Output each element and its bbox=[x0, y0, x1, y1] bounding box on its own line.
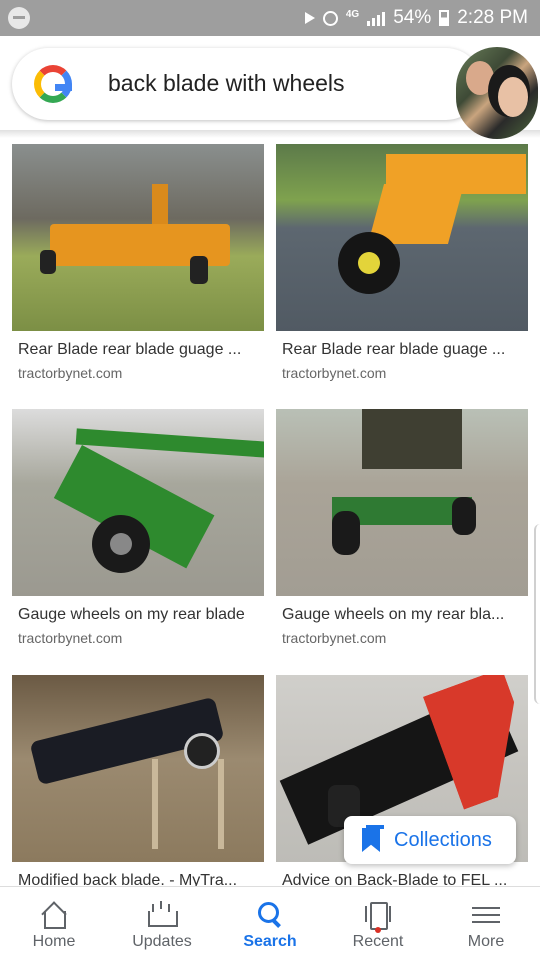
nav-home-label: Home bbox=[32, 933, 76, 950]
nav-home[interactable]: Home bbox=[0, 887, 108, 961]
result-thumbnail[interactable] bbox=[276, 409, 528, 596]
nav-more-label: More bbox=[467, 933, 505, 950]
collections-label: Collections bbox=[394, 828, 492, 851]
nav-more[interactable]: More bbox=[432, 887, 540, 961]
signal-icon bbox=[367, 10, 386, 26]
search-bar[interactable]: back blade with wheels bbox=[12, 48, 482, 120]
collections-button[interactable]: Collections bbox=[344, 816, 516, 864]
clock: 2:28 PM bbox=[457, 7, 528, 28]
result-thumbnail[interactable] bbox=[12, 144, 264, 331]
result-thumbnail[interactable] bbox=[12, 409, 264, 596]
edge-panel-handle[interactable] bbox=[534, 524, 540, 704]
nav-search-label: Search bbox=[243, 933, 297, 950]
result-title[interactable]: Rear Blade rear blade guage ... bbox=[276, 341, 528, 359]
bottom-navigation: Home Updates Search Recent More bbox=[0, 886, 540, 961]
result-title[interactable]: Rear Blade rear blade guage ... bbox=[12, 341, 264, 359]
recent-notification-dot bbox=[375, 927, 381, 933]
google-logo-icon bbox=[34, 65, 72, 103]
avatar-photo-person bbox=[466, 61, 494, 95]
recent-icon bbox=[364, 901, 392, 933]
avatar-photo-person bbox=[498, 77, 528, 117]
result-title[interactable]: Advice on Back-Blade to FEL ... bbox=[276, 872, 528, 886]
image-result[interactable]: Gauge wheels on my rear blade tractorbyn… bbox=[12, 409, 264, 646]
search-query[interactable]: back blade with wheels bbox=[108, 70, 345, 97]
battery-percent: 54% bbox=[393, 7, 432, 28]
result-source: tractorbynet.com bbox=[18, 630, 123, 646]
status-icons: 4G 54% 2:28 PM bbox=[304, 6, 528, 30]
result-title[interactable]: Gauge wheels on my rear blade bbox=[12, 606, 264, 624]
nav-recent[interactable]: Recent bbox=[324, 887, 432, 961]
messenger-notification-icon bbox=[8, 7, 30, 29]
image-result[interactable]: Rear Blade rear blade guage ... tractorb… bbox=[12, 144, 264, 381]
image-results-grid: Rear Blade rear blade guage ... tractorb… bbox=[0, 136, 540, 886]
nav-updates-label: Updates bbox=[132, 933, 192, 950]
more-icon bbox=[472, 901, 500, 929]
account-avatar[interactable] bbox=[456, 47, 538, 139]
result-source: tractorbynet.com bbox=[282, 365, 387, 381]
home-icon bbox=[40, 901, 68, 929]
search-icon bbox=[256, 901, 284, 929]
nav-updates[interactable]: Updates bbox=[108, 887, 216, 961]
result-title[interactable]: Gauge wheels on my rear bla... bbox=[276, 606, 528, 624]
nav-search[interactable]: Search bbox=[216, 887, 324, 961]
status-bar: 4G 54% 2:28 PM bbox=[0, 0, 540, 36]
result-source: tractorbynet.com bbox=[18, 365, 123, 381]
result-thumbnail[interactable] bbox=[12, 675, 264, 862]
image-result[interactable]: Gauge wheels on my rear bla... tractorby… bbox=[276, 409, 528, 646]
collections-bookmark-icon bbox=[362, 825, 384, 852]
mute-icon bbox=[304, 12, 315, 24]
nav-recent-label: Recent bbox=[352, 933, 404, 950]
network-type-icon: 4G bbox=[345, 9, 360, 20]
result-source: tractorbynet.com bbox=[282, 630, 387, 646]
alarm-icon bbox=[322, 10, 338, 26]
battery-icon bbox=[439, 10, 450, 26]
image-result[interactable]: Rear Blade rear blade guage ... tractorb… bbox=[276, 144, 528, 381]
result-title[interactable]: Modified back blade. - MyTra... bbox=[12, 872, 264, 886]
result-thumbnail[interactable] bbox=[276, 144, 528, 331]
image-result[interactable]: Modified back blade. - MyTra... bbox=[12, 675, 264, 886]
updates-icon bbox=[148, 901, 178, 929]
